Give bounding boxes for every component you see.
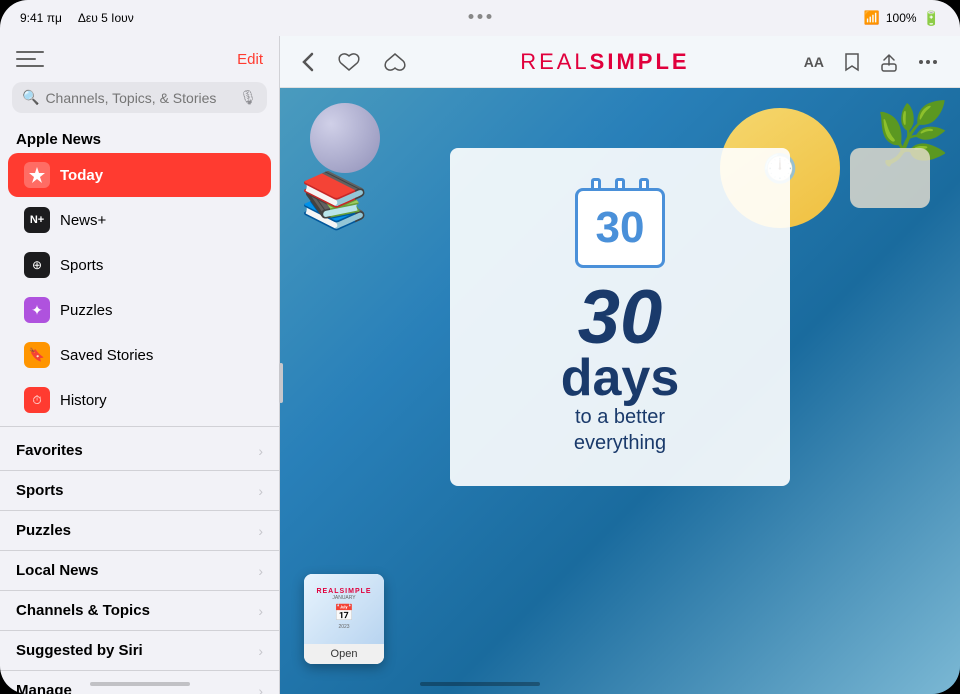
article-toolbar: REALSIMPLE AA (280, 36, 960, 88)
favorites-label: Favorites (16, 442, 258, 459)
more-button[interactable] (912, 55, 944, 69)
thumb-logo: REALSIMPLE (316, 588, 371, 595)
sidebar-toggle-icon[interactable] (16, 48, 44, 70)
search-bar[interactable]: 🔍 🎙 (12, 82, 267, 113)
calendar-body: 30 (575, 188, 665, 268)
favorites-chevron: › (258, 443, 263, 459)
dislike-button[interactable] (378, 48, 412, 76)
sidebar-item-today[interactable]: Today (8, 153, 271, 197)
thumb-image: 📅 (334, 603, 354, 623)
mic-icon[interactable]: 🎙 (239, 89, 257, 106)
sidebar-item-puzzles[interactable]: ✦ Puzzles (8, 288, 271, 332)
puzzles-cat-label: Puzzles (16, 522, 258, 539)
share-button[interactable] (874, 48, 904, 76)
article-subtext: to a better everything (474, 404, 766, 456)
thumb-year: 2023 (338, 624, 349, 630)
home-indicator (420, 682, 540, 686)
calendar-icon: 30 (575, 178, 665, 268)
sidebar-home-indicator (90, 682, 190, 686)
manage-chevron: › (258, 683, 263, 694)
publication-logo: REALSIMPLE (424, 49, 786, 75)
ipad-frame: 9:41 πμ Δευ 5 Ιουν 📶 100% 🔋 Edit 🔍 🎙 App… (0, 0, 960, 694)
back-button[interactable] (296, 48, 320, 76)
today-icon (24, 162, 50, 188)
local-news-label: Local News (16, 562, 258, 579)
sidebar-item-sports[interactable]: ⊕ Sports (8, 243, 271, 287)
battery-icon: 🔋 (923, 10, 940, 27)
sidebar-item-saved[interactable]: 🔖 Saved Stories (8, 333, 271, 377)
bookmark-button[interactable] (838, 48, 866, 76)
sidebar-item-newsplus[interactable]: N+ News+ (8, 198, 271, 242)
calendar-number: 30 (596, 206, 645, 250)
toolbar-right: AA (798, 48, 944, 76)
newsplus-icon: N+ (24, 207, 50, 233)
sports-label: Sports (60, 257, 103, 274)
sports-cat-chevron: › (258, 483, 263, 499)
suggested-siri-chevron: › (258, 643, 263, 659)
bg-books: 📚 (300, 168, 368, 233)
history-icon: ⏱ (24, 387, 50, 413)
sidebar-item-channels-topics[interactable]: Channels & Topics › (0, 591, 279, 631)
local-news-chevron: › (258, 563, 263, 579)
wifi-icon: 📶 (864, 10, 880, 26)
search-input[interactable] (45, 90, 233, 106)
saved-label: Saved Stories (60, 347, 153, 364)
status-time: 9:41 πμ (20, 11, 62, 25)
battery-percentage: 100% (886, 11, 917, 25)
sidebar-item-history[interactable]: ⏱ History (8, 378, 271, 422)
like-button[interactable] (332, 48, 366, 76)
camera-area (469, 14, 492, 19)
divider-1 (0, 426, 279, 427)
sidebar-item-puzzles-cat[interactable]: Puzzles › (0, 511, 279, 551)
today-label: Today (60, 167, 103, 184)
sidebar: Edit 🔍 🎙 Apple News Today N+ News+ ⊕ (0, 36, 280, 694)
article-days: days (474, 352, 766, 404)
suggested-siri-label: Suggested by Siri (16, 642, 258, 659)
article-card: 30 30 days to a better everything (450, 148, 790, 486)
status-date: Δευ 5 Ιουν (78, 11, 134, 25)
sidebar-drag-handle[interactable] (279, 363, 283, 403)
sidebar-item-local-news[interactable]: Local News › (0, 551, 279, 591)
puzzles-label: Puzzles (60, 302, 113, 319)
bg-rope (850, 148, 930, 208)
search-icon: 🔍 (22, 89, 39, 106)
article-text-container: 30 days to a better everything (474, 284, 766, 456)
sports-icon: ⊕ (24, 252, 50, 278)
sidebar-item-sports-cat[interactable]: Sports › (0, 471, 279, 511)
thumb-date: JANUARY (332, 595, 355, 601)
logo-text: REALSIMPLE (520, 49, 689, 74)
saved-icon: 🔖 (24, 342, 50, 368)
font-button[interactable]: AA (798, 50, 830, 74)
open-button[interactable]: Open (304, 644, 384, 664)
puzzles-icon: ✦ (24, 297, 50, 323)
thumb-cover: REALSIMPLE JANUARY 📅 2023 (304, 574, 384, 644)
apple-news-heading: Apple News (0, 123, 279, 152)
article-background: 📚 🕛 🌿 30 (280, 88, 960, 694)
sidebar-item-suggested-siri[interactable]: Suggested by Siri › (0, 631, 279, 671)
article-number: 30 (474, 284, 766, 352)
newsplus-label: News+ (60, 212, 106, 229)
status-bar-right: 📶 100% 🔋 (864, 10, 940, 27)
bg-disco-ball (310, 103, 380, 173)
sidebar-top-bar: Edit (0, 36, 279, 78)
sports-cat-label: Sports (16, 482, 258, 499)
edit-button[interactable]: Edit (237, 51, 263, 68)
floating-thumbnail: REALSIMPLE JANUARY 📅 2023 Open (304, 574, 384, 664)
status-bar-left: 9:41 πμ Δευ 5 Ιουν (20, 11, 134, 25)
puzzles-cat-chevron: › (258, 523, 263, 539)
sidebar-item-favorites[interactable]: Favorites › (0, 431, 279, 471)
channels-topics-chevron: › (258, 603, 263, 619)
history-label: History (60, 392, 107, 409)
channels-topics-label: Channels & Topics (16, 602, 258, 619)
main-content: REALSIMPLE AA (280, 36, 960, 694)
